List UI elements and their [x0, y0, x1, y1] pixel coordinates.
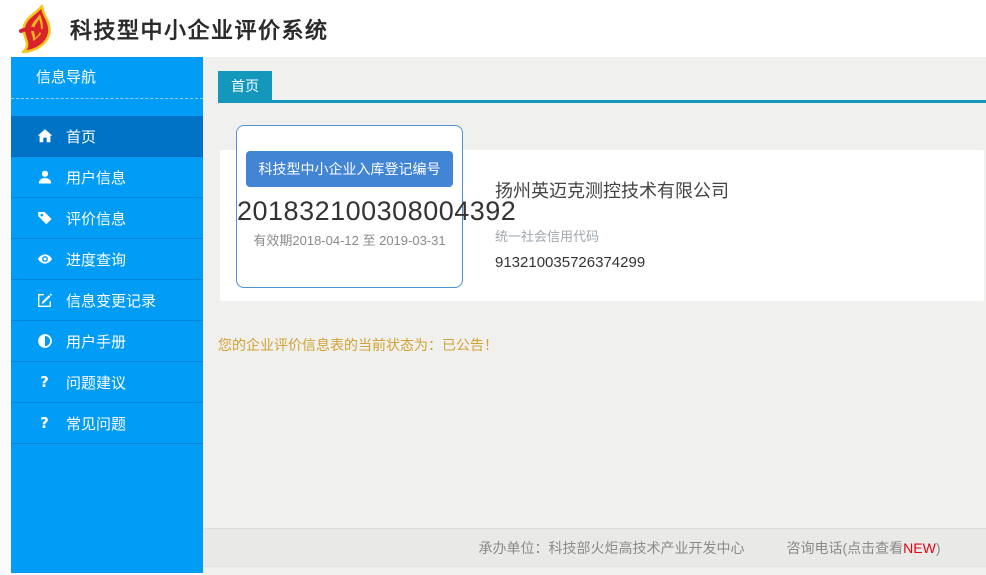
- sidebar-item-label: 首页: [66, 126, 96, 147]
- company-block: 扬州英迈克测控技术有限公司 统一社会信用代码 91321003572637429…: [495, 177, 729, 271]
- sidebar-item-evaluation-info[interactable]: 评价信息: [11, 198, 203, 239]
- registration-validity: 有效期2018-04-12 至 2019-03-31: [237, 230, 462, 249]
- main-content: 首页 科技型中小企业入库登记编号 201832100308004392 有效期2…: [203, 57, 986, 575]
- question-icon: ?: [36, 415, 53, 432]
- tab-bar: 首页: [203, 57, 986, 103]
- sidebar-item-user-info[interactable]: 用户信息: [11, 157, 203, 198]
- hotline-text: 咨询电话(点击查看: [786, 540, 903, 556]
- edit-icon: [36, 292, 53, 309]
- footer-organizer: 承办单位：科技部火炬高技术产业开发中心: [478, 538, 744, 558]
- adjust-icon: [36, 333, 53, 350]
- page-title: 科技型中小企业评价系统: [70, 13, 329, 45]
- sidebar-item-label: 信息变更记录: [66, 290, 156, 311]
- sidebar-item-label: 问题建议: [66, 372, 126, 393]
- new-badge: NEW: [903, 540, 936, 556]
- tag-icon: [36, 210, 53, 227]
- sidebar-item-home[interactable]: 首页: [11, 116, 203, 157]
- torch-logo-icon: [12, 4, 62, 54]
- credit-code-value: 913210035726374299: [495, 254, 729, 271]
- footer: 承办单位：科技部火炬高技术产业开发中心 咨询电话(点击查看NEW): [203, 528, 986, 567]
- registration-card: 科技型中小企业入库登记编号 201832100308004392 有效期2018…: [236, 125, 463, 288]
- question-icon: ?: [36, 374, 53, 391]
- tab-home[interactable]: 首页: [218, 71, 272, 100]
- sidebar-item-label: 进度查询: [66, 249, 126, 270]
- app-header: 科技型中小企业评价系统: [0, 0, 986, 57]
- sidebar-item-faq[interactable]: ? 常见问题: [11, 403, 203, 444]
- sidebar-spacer: [11, 99, 203, 116]
- registration-number: 201832100308004392: [237, 196, 462, 227]
- sidebar-item-label: 用户信息: [66, 167, 126, 188]
- sidebar-title: 信息导航: [11, 57, 203, 99]
- sidebar-item-suggestions[interactable]: ? 问题建议: [11, 362, 203, 403]
- home-icon: [36, 128, 53, 145]
- registration-badge[interactable]: 科技型中小企业入库登记编号: [246, 151, 453, 187]
- company-name: 扬州英迈克测控技术有限公司: [495, 177, 729, 203]
- user-icon: [36, 169, 53, 186]
- sidebar-item-label: 常见问题: [66, 413, 126, 434]
- credit-code-label: 统一社会信用代码: [495, 226, 729, 245]
- tab-underline: [218, 100, 986, 103]
- footer-hotline-link[interactable]: 咨询电话(点击查看NEW): [786, 538, 940, 558]
- sidebar-item-progress-query[interactable]: 进度查询: [11, 239, 203, 280]
- status-text: 您的企业评价信息表的当前状态为：已公告！: [218, 335, 498, 355]
- sidebar-item-change-records[interactable]: 信息变更记录: [11, 280, 203, 321]
- sidebar-item-label: 用户手册: [66, 331, 126, 352]
- sidebar: 信息导航 首页 用户信息 评价信息 进度查询 信息变更记录 用户: [11, 57, 203, 573]
- sidebar-item-label: 评价信息: [66, 208, 126, 229]
- eye-icon: [36, 251, 53, 268]
- sidebar-item-user-manual[interactable]: 用户手册: [11, 321, 203, 362]
- hotline-text-close: ): [936, 540, 941, 556]
